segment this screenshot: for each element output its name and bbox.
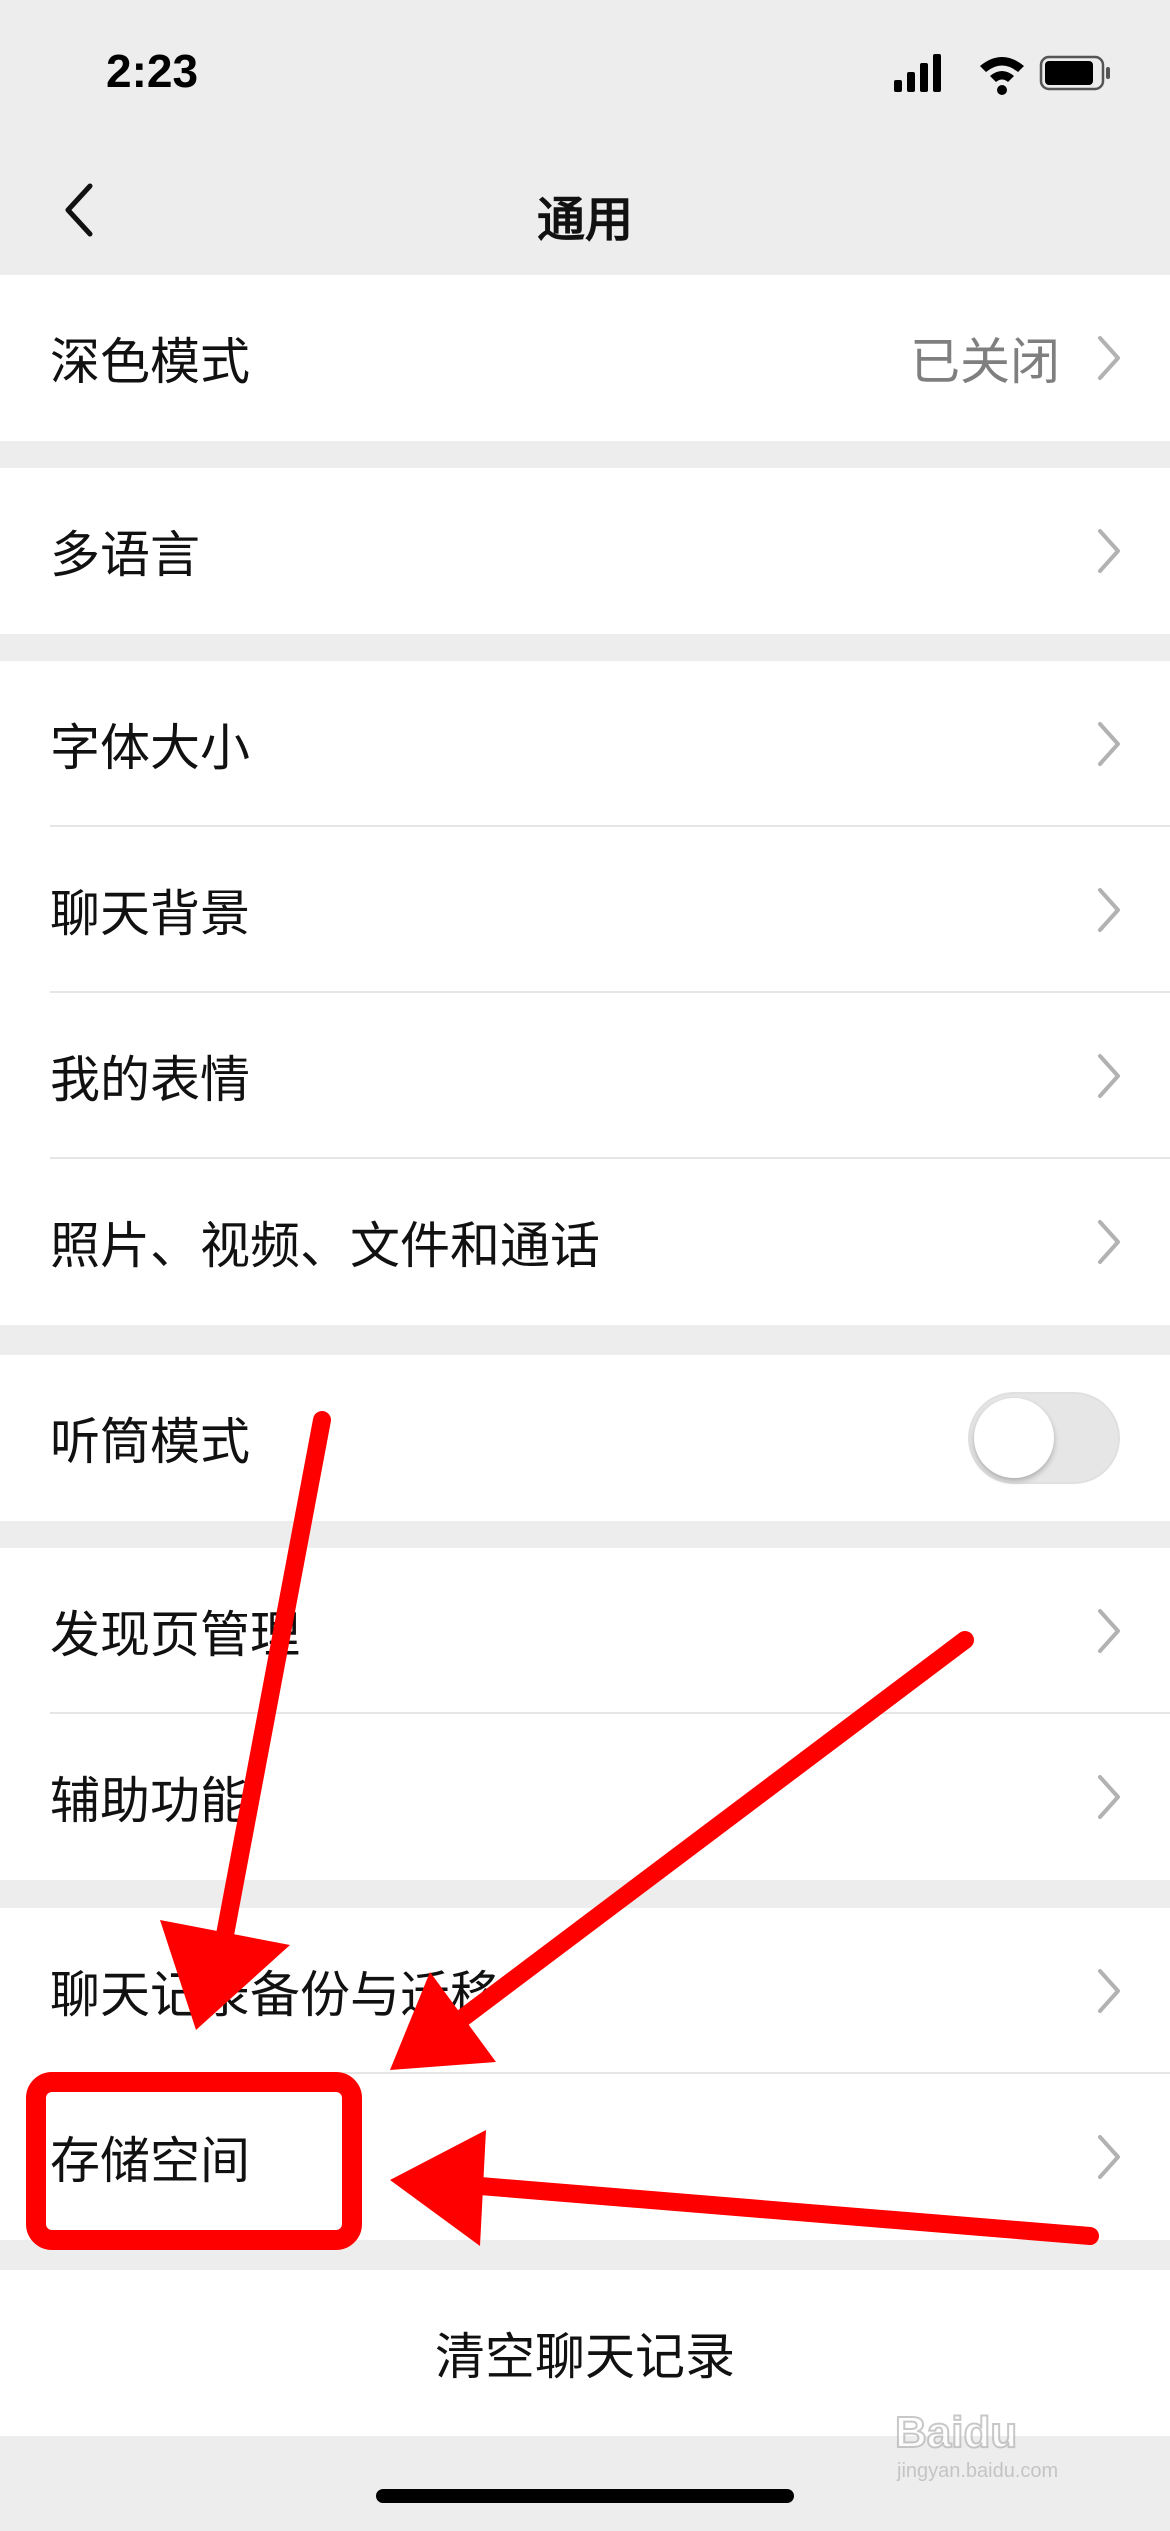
row-label: 听筒模式 <box>50 1413 250 1471</box>
row-font-size[interactable]: 字体大小 <box>0 661 1170 827</box>
row-label: 我的表情 <box>50 1051 250 1109</box>
chevron-right-icon <box>1098 888 1120 932</box>
row-accessibility[interactable]: 辅助功能 <box>0 1714 1170 1880</box>
baidu-watermark-logo: Baidu jingyan.baidu.com <box>895 2407 1058 2482</box>
chevron-right-icon <box>1098 722 1120 766</box>
row-label: 存储空间 <box>50 2132 250 2190</box>
status-icons <box>894 54 1110 95</box>
row-discover-manage[interactable]: 发现页管理 <box>0 1548 1170 1714</box>
row-my-stickers[interactable]: 我的表情 <box>0 993 1170 1159</box>
row-label: 多语言 <box>50 526 200 584</box>
battery-icon <box>1039 55 1110 91</box>
group-display: 字体大小 聊天背景 我的表情 照片、视频、文件和通话 <box>0 661 1170 1325</box>
row-label: 发现页管理 <box>50 1606 300 1664</box>
row-chat-backup[interactable]: 聊天记录备份与迁移 <box>0 1908 1170 2074</box>
toggle-knob <box>974 1398 1054 1478</box>
chevron-right-icon <box>1098 1775 1120 1819</box>
page-title: 通用 <box>536 192 633 248</box>
earpiece-toggle[interactable] <box>968 1392 1120 1484</box>
clear-chat-label: 清空聊天记录 <box>435 2328 735 2386</box>
chevron-right-icon <box>1098 336 1120 380</box>
group-earpiece: 听筒模式 <box>0 1355 1170 1521</box>
row-dark-mode[interactable]: 深色模式 已关闭 <box>0 275 1170 441</box>
row-label: 深色模式 <box>50 333 250 391</box>
status-time: 2:23 <box>106 45 199 97</box>
watermark-sub: jingyan.baidu.com <box>896 2460 1058 2482</box>
status-bar: 2:23 <box>0 0 1170 150</box>
row-label: 照片、视频、文件和通话 <box>50 1217 600 1275</box>
row-chat-background[interactable]: 聊天背景 <box>0 827 1170 993</box>
group-language: 多语言 <box>0 468 1170 634</box>
row-label: 辅助功能 <box>50 1772 250 1830</box>
chevron-right-icon <box>1098 2135 1120 2179</box>
watermark-brand: Baidu <box>895 2408 1017 2457</box>
chevron-right-icon <box>1098 529 1120 573</box>
home-indicator <box>376 2489 794 2503</box>
chevron-right-icon <box>1098 1054 1120 1098</box>
row-media-files[interactable]: 照片、视频、文件和通话 <box>0 1159 1170 1325</box>
chevron-right-icon <box>1098 1220 1120 1264</box>
signal-icon <box>894 54 941 92</box>
row-storage-space[interactable]: 存储空间 <box>0 2074 1170 2240</box>
row-label: 聊天背景 <box>50 885 250 943</box>
wifi-icon <box>980 57 1024 95</box>
row-language[interactable]: 多语言 <box>0 468 1170 634</box>
group-storage: 聊天记录备份与迁移 存储空间 <box>0 1908 1170 2240</box>
chevron-right-icon <box>1098 1969 1120 2013</box>
row-earpiece-mode: 听筒模式 <box>0 1355 1170 1521</box>
group-discover: 发现页管理 辅助功能 <box>0 1548 1170 1880</box>
row-value: 已关闭 <box>910 333 1060 391</box>
nav-bar: 通用 <box>0 150 1170 275</box>
row-label: 聊天记录备份与迁移 <box>50 1966 500 2024</box>
chevron-right-icon <box>1098 1609 1120 1653</box>
group-dark-mode: 深色模式 已关闭 <box>0 275 1170 441</box>
row-label: 字体大小 <box>50 719 250 777</box>
